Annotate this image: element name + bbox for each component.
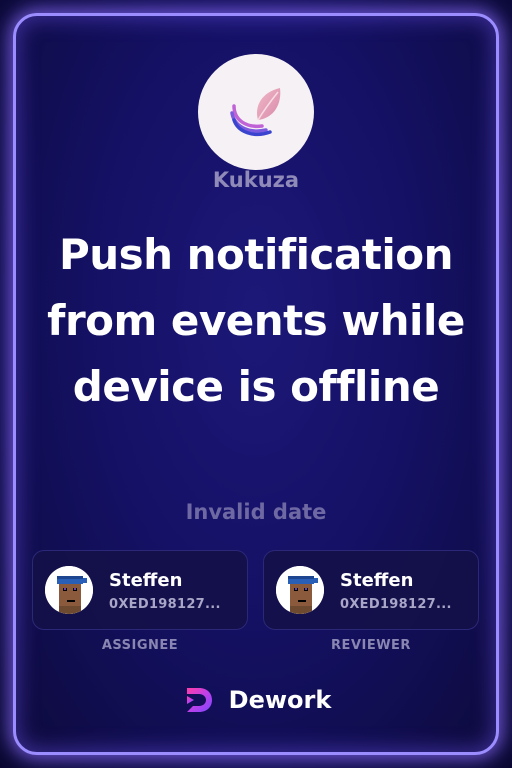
reviewer-role-label: REVIEWER — [331, 638, 411, 653]
task-title: Push notification from events while devi… — [47, 230, 465, 411]
avatar — [45, 566, 93, 614]
assignee-name: Steffen — [109, 570, 183, 591]
leaf-logo-icon — [230, 88, 281, 137]
avatar — [276, 566, 324, 614]
dework-logo-icon — [186, 688, 212, 712]
assignee-card[interactable]: Steffen 0XED198127... — [32, 550, 248, 630]
punk-avatar-icon — [276, 566, 324, 614]
assignee-role-label: ASSIGNEE — [101, 638, 179, 653]
reviewer-name: Steffen — [340, 570, 414, 591]
task-date: Invalid date — [185, 500, 327, 524]
brand-name: Dework — [228, 686, 332, 714]
reviewer-address: 0XED198127... — [340, 597, 452, 612]
brand-footer: Dework — [0, 680, 512, 720]
project-logo — [198, 54, 314, 170]
reviewer-card[interactable]: Steffen 0XED198127... — [263, 550, 479, 630]
punk-avatar-icon — [45, 566, 93, 614]
project-name: Kukuza — [212, 168, 300, 192]
assignee-address: 0XED198127... — [109, 597, 221, 612]
page-background: Kukuza Push notification from events whi… — [0, 0, 512, 768]
